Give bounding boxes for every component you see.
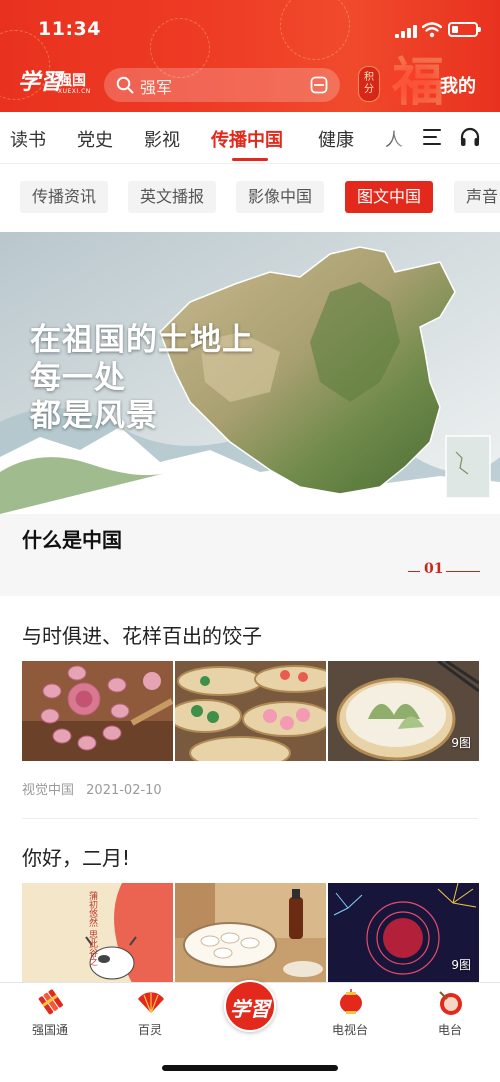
article-title[interactable]: 与时俱进、花样百出的饺子 (22, 620, 262, 649)
subtab-english[interactable]: 英文播报 (128, 181, 217, 213)
image-count-badge: 9图 (451, 736, 471, 750)
battery-icon (448, 22, 481, 37)
home-indicator[interactable] (162, 1065, 338, 1071)
fan-icon (138, 992, 164, 1014)
article-thumbnail-3[interactable]: 9图 (328, 661, 479, 761)
firecracker-icon (38, 989, 63, 1015)
status-time: 11:34 (38, 18, 101, 40)
nav-bailing[interactable]: 百灵 (100, 983, 200, 1043)
mine-button[interactable]: 我的 (440, 72, 476, 98)
banner-caption-title: 什么是中国 (22, 528, 122, 552)
tab-fade (380, 112, 420, 162)
logo-script: 学習 (18, 69, 63, 95)
article-date: 2021-02-10 (86, 783, 162, 798)
article-title-2[interactable]: 你好，二月! (22, 842, 130, 871)
article-meta: 视觉中国 2021-02-10 (22, 779, 170, 798)
header-bar: 福 11:34 学習 强国 XUEXI.CN 强军 (0, 0, 500, 112)
nav-label: 强国通 (31, 1023, 68, 1037)
article-2-thumbnail-3[interactable]: 9图 (328, 883, 479, 983)
sub-tabs: 传播资讯 英文播报 影像中国 图文中国 声音 (0, 165, 500, 231)
logo-text: 强国 (58, 73, 86, 89)
app-logo[interactable]: 学習 强国 XUEXI.CN (18, 64, 98, 102)
article-2-thumbnail-2[interactable] (175, 883, 326, 983)
points-label: 积分 (364, 72, 374, 95)
banner-caption[interactable]: 什么是中国 01 (0, 514, 500, 596)
study-logo-icon: 学習 (230, 997, 270, 1021)
channel-menu-icon[interactable] (423, 128, 443, 146)
nav-tv[interactable]: 电视台 (300, 983, 400, 1043)
search-icon (116, 76, 134, 94)
search-placeholder: 强军 (140, 78, 173, 97)
article-2-thumbnail-1[interactable]: 蒲初悠然 思此谷之 (22, 883, 173, 983)
nav-qiangguotong[interactable]: 强国通 (0, 983, 100, 1043)
tab-party-history[interactable]: 党史 (77, 126, 113, 152)
lantern-icon (340, 989, 362, 1014)
signal-icon (395, 25, 417, 38)
subtab-image-china[interactable]: 影像中国 (236, 181, 325, 213)
banner-page-number: 01 (424, 561, 444, 577)
article-thumbnail-1[interactable] (22, 661, 173, 761)
drum-icon (439, 991, 462, 1015)
tab-reading[interactable]: 读书 (10, 126, 46, 152)
active-tab-indicator (232, 158, 268, 161)
nav-label: 电视台 (331, 1023, 368, 1037)
nav-label: 百灵 (137, 1023, 162, 1037)
tab-health[interactable]: 健康 (318, 126, 354, 152)
subtab-voice[interactable]: 声音 (454, 181, 500, 213)
scan-icon[interactable] (310, 76, 328, 94)
study-home-button[interactable]: 学習 (224, 980, 276, 1032)
logo-subtext: XUEXI.CN (58, 88, 91, 95)
banner-headline-line-3: 都是风景 (30, 398, 158, 434)
subtab-news[interactable]: 传播资讯 (20, 181, 109, 213)
wifi-icon (422, 22, 442, 38)
subtab-graphic-china[interactable]: 图文中国 (345, 181, 434, 213)
tab-film[interactable]: 影视 (144, 126, 180, 152)
article-source: 视觉中国 (22, 783, 75, 798)
tab-spread-china[interactable]: 传播中国 (211, 126, 283, 152)
app-root: 福 11:34 学習 强国 XUEXI.CN 强军 (0, 0, 500, 1082)
banner-card[interactable]: 在祖国的土地上 每一处 都是风景 (0, 232, 500, 514)
divider (22, 818, 478, 819)
nav-radio[interactable]: 电台 (400, 983, 500, 1043)
article-thumbnail-2[interactable] (175, 661, 326, 761)
avatar[interactable] (388, 66, 438, 102)
headphones-icon[interactable] (459, 126, 481, 148)
search-bar[interactable]: 强军 (104, 68, 340, 102)
status-bar: 11:34 (0, 0, 500, 60)
points-button[interactable]: 积分 (354, 66, 384, 106)
image-count-badge-2: 9图 (451, 958, 471, 972)
poem-text: 蒲初悠然 思此谷之 (87, 891, 97, 966)
page-line-left (408, 571, 420, 572)
nav-label: 电台 (437, 1023, 462, 1037)
page-line-right (446, 571, 480, 572)
